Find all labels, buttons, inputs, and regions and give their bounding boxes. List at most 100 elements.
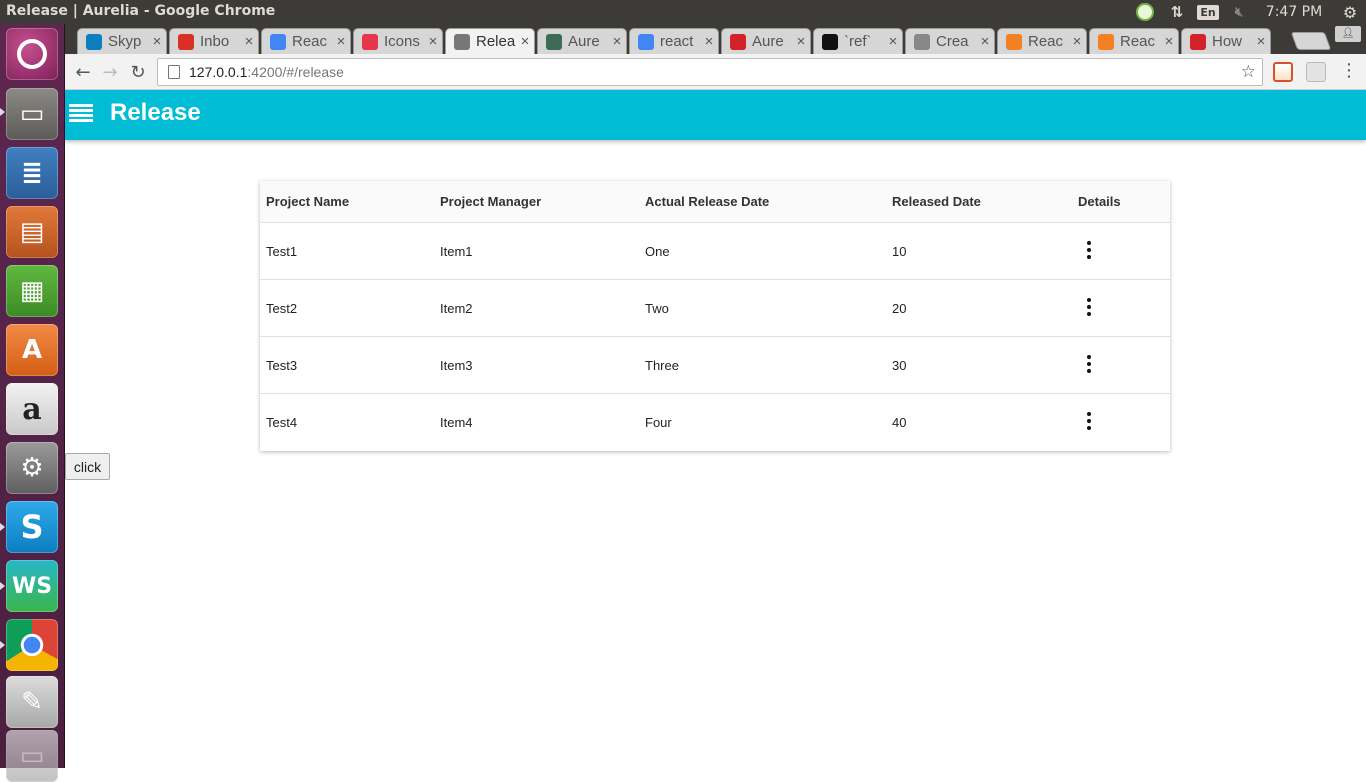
tab-label: Reac <box>292 33 328 50</box>
extension-icon[interactable] <box>1306 62 1326 82</box>
url-path: :4200/#/release <box>247 64 344 80</box>
browser-tab[interactable]: Crea × <box>905 28 995 54</box>
close-tab-icon[interactable]: × <box>1252 33 1270 50</box>
released-date-cell: 20 <box>892 301 907 316</box>
running-indicator <box>0 641 5 649</box>
close-tab-icon[interactable]: × <box>700 33 718 50</box>
close-tab-icon[interactable]: × <box>792 33 810 50</box>
extension-icon[interactable] <box>1273 62 1293 82</box>
close-tab-icon[interactable]: × <box>1068 33 1086 50</box>
tab-label: Skyp <box>108 33 142 50</box>
keyboard-language-indicator[interactable]: En <box>1192 0 1224 24</box>
column-header[interactable]: Released Date <box>892 194 981 209</box>
table-row: Test4 Item4 Four 40 <box>260 394 1170 451</box>
calc-icon[interactable]: ▦ <box>6 265 58 317</box>
reload-icon[interactable]: ↻ <box>126 60 150 84</box>
more-vert-icon[interactable] <box>1086 241 1092 259</box>
close-tab-icon[interactable]: × <box>884 33 902 50</box>
browser-tab[interactable]: react × <box>629 28 719 54</box>
column-header[interactable]: Project Name <box>266 194 349 209</box>
browser-tab[interactable]: Reac × <box>1089 28 1179 54</box>
project-manager-cell: Item2 <box>440 301 473 316</box>
close-tab-icon[interactable]: × <box>240 33 258 50</box>
clock[interactable]: 7:47 PM <box>1254 0 1334 24</box>
column-header[interactable]: Details <box>1078 194 1121 209</box>
forward-icon[interactable]: → <box>98 60 122 84</box>
address-bar[interactable]: 127.0.0.1:4200/#/release ☆ <box>157 58 1263 86</box>
browser-tab[interactable]: How × <box>1181 28 1271 54</box>
tab-label: Crea <box>936 33 969 50</box>
close-tab-icon[interactable]: × <box>608 33 626 50</box>
browser-tab[interactable]: Aure × <box>721 28 811 54</box>
tab-label: Aure <box>752 33 784 50</box>
table-row: Test3 Item3 Three 30 <box>260 337 1170 394</box>
scanner-icon[interactable]: ▭ <box>6 730 58 782</box>
tab-label: react <box>660 33 694 50</box>
chrome-icon[interactable] <box>6 619 58 671</box>
writer-icon[interactable]: ≣ <box>6 147 58 199</box>
close-tab-icon[interactable]: × <box>148 33 166 50</box>
browser-tab[interactable]: Skyp × <box>77 28 167 54</box>
browser-tab[interactable]: Icons × <box>353 28 443 54</box>
skype-icon[interactable]: S <box>6 501 58 553</box>
aurelia-icon <box>546 33 562 50</box>
network-icon[interactable]: ⇅ <box>1162 0 1192 24</box>
ubuntu-dash-icon[interactable] <box>6 28 58 80</box>
chrome-menu-icon[interactable]: ⋮ <box>1340 60 1358 81</box>
browser-tab[interactable]: Relea × <box>445 28 535 54</box>
impress-icon[interactable]: ▤ <box>6 206 58 258</box>
new-tab-button[interactable] <box>1290 32 1332 50</box>
page-icon <box>454 33 470 50</box>
project-name-cell: Test2 <box>266 301 298 316</box>
google-icon <box>638 33 654 50</box>
column-header[interactable]: Project Manager <box>440 194 541 209</box>
released-date-cell: 30 <box>892 358 907 373</box>
profile-icon[interactable]: 👤︎ <box>1335 26 1361 42</box>
more-vert-icon[interactable] <box>1086 298 1092 316</box>
list-icon <box>914 33 930 50</box>
actual-release-date-cell: One <box>645 244 670 259</box>
browser-tab[interactable]: Inbo × <box>169 28 259 54</box>
table-row: Test2 Item2 Two 20 <box>260 280 1170 337</box>
system-settings-icon[interactable]: ⚙ <box>6 442 58 494</box>
docs-icon <box>270 33 286 50</box>
page-viewport: Release Project Name Project Manager Act… <box>65 90 1366 768</box>
project-manager-cell: Item3 <box>440 358 473 373</box>
menu-icon[interactable] <box>69 104 93 126</box>
text-editor-icon[interactable]: ✎ <box>6 676 58 728</box>
browser-tab[interactable]: Aure × <box>537 28 627 54</box>
close-tab-icon[interactable]: × <box>332 33 350 50</box>
bookmark-star-icon[interactable]: ☆ <box>1241 62 1256 82</box>
stackoverflow-icon <box>1006 33 1022 50</box>
browser-tab[interactable]: Reac × <box>261 28 351 54</box>
more-vert-icon[interactable] <box>1086 412 1092 430</box>
github-icon <box>822 33 838 50</box>
tab-label: Inbo <box>200 33 230 50</box>
project-name-cell: Test4 <box>266 415 298 430</box>
release-table: Project Name Project Manager Actual Rele… <box>260 181 1170 451</box>
close-tab-icon[interactable]: × <box>424 33 442 50</box>
tab-label: Reac <box>1120 33 1156 50</box>
browser-tab[interactable]: `ref` × <box>813 28 903 54</box>
back-icon[interactable]: ← <box>71 60 95 84</box>
webstorm-icon[interactable]: WS <box>6 560 58 612</box>
close-tab-icon[interactable]: × <box>1160 33 1178 50</box>
close-tab-icon[interactable]: × <box>516 33 534 50</box>
software-center-icon[interactable]: A <box>6 324 58 376</box>
close-tab-icon[interactable]: × <box>976 33 994 50</box>
window-title: Release | Aurelia - Google Chrome <box>6 3 276 19</box>
skype-icon <box>86 33 102 50</box>
page-info-icon[interactable] <box>168 65 180 79</box>
skype-tray-icon[interactable] <box>1128 0 1162 24</box>
more-vert-icon[interactable] <box>1086 355 1092 373</box>
table-row: Test1 Item1 One 10 <box>260 223 1170 280</box>
tab-label: Aure <box>568 33 600 50</box>
session-gear-icon[interactable]: ⚙ <box>1334 0 1366 24</box>
amazon-icon[interactable]: a <box>6 383 58 435</box>
files-icon[interactable]: ▭ <box>6 88 58 140</box>
column-header[interactable]: Actual Release Date <box>645 194 769 209</box>
click-button[interactable]: click <box>65 453 110 480</box>
volume-muted-icon[interactable]: 🔇︎ <box>1224 0 1254 24</box>
icons-icon <box>362 33 378 50</box>
browser-tab[interactable]: Reac × <box>997 28 1087 54</box>
